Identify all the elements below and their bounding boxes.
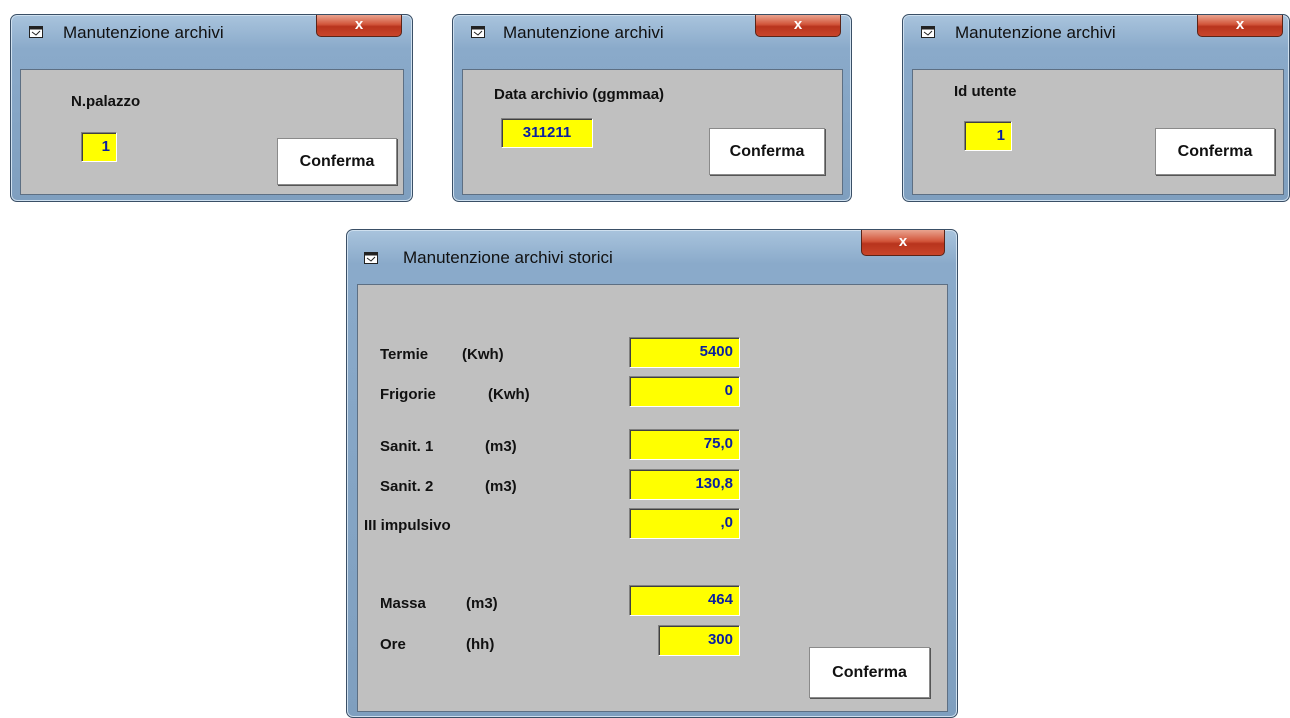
termie-unit: (Kwh) [462, 346, 504, 363]
sanit1-label: Sanit. 1 [380, 438, 434, 455]
close-button[interactable]: x [1197, 15, 1283, 37]
window-icon [471, 26, 485, 38]
frigorie-unit: (Kwh) [488, 386, 530, 403]
sanit2-input[interactable]: 130,8 [629, 469, 740, 500]
frigorie-label: Frigorie [380, 386, 436, 403]
sanit2-label: Sanit. 2 [380, 478, 434, 495]
massa-unit: (m3) [466, 595, 498, 612]
sanit1-unit: (m3) [485, 438, 517, 455]
sanit1-input[interactable]: 75,0 [629, 429, 740, 460]
window-npalazzo: Manutenzione archivi x N.palazzo 1 Confe… [10, 14, 413, 202]
npalazzo-input[interactable]: 1 [81, 132, 117, 162]
window-archivi-storici: Manutenzione archivi storici x Termie (K… [346, 229, 958, 718]
close-icon: x [1235, 16, 1245, 33]
frigorie-input[interactable]: 0 [629, 376, 740, 407]
ore-unit: (hh) [466, 636, 495, 653]
window-title: Manutenzione archivi [955, 23, 1116, 42]
window-client: Termie (Kwh) 5400 Frigorie (Kwh) 0 Sanit… [357, 284, 948, 712]
window-client: N.palazzo 1 Conferma [20, 69, 404, 195]
field-label: N.palazzo [71, 93, 141, 110]
title-bar[interactable]: Manutenzione archivi storici x [347, 230, 957, 267]
termie-label: Termie [380, 346, 429, 363]
impulsivo-input[interactable]: ,0 [629, 508, 740, 539]
window-client: Data archivio (ggmmaa) 311211 Conferma [462, 69, 843, 195]
window-title: Manutenzione archivi [63, 23, 224, 42]
close-icon: x [898, 233, 908, 250]
close-icon: x [793, 16, 803, 33]
confirm-button[interactable]: Conferma [277, 138, 397, 185]
id-utente-input[interactable]: 1 [964, 121, 1012, 151]
close-button[interactable]: x [861, 230, 945, 256]
ore-input[interactable]: 300 [658, 625, 740, 656]
window-icon [364, 252, 378, 264]
data-archivio-input[interactable]: 311211 [501, 118, 593, 148]
field-label: Id utente [954, 83, 1017, 100]
title-bar[interactable]: Manutenzione archivi x [453, 15, 851, 51]
confirm-button[interactable]: Conferma [1155, 128, 1275, 175]
close-button[interactable]: x [316, 15, 402, 37]
impulsivo-label: III impulsivo [364, 517, 451, 534]
confirm-button[interactable]: Conferma [709, 128, 825, 175]
close-button[interactable]: x [755, 15, 841, 37]
massa-input[interactable]: 464 [629, 585, 740, 616]
window-title: Manutenzione archivi storici [403, 248, 613, 267]
window-id-utente: Manutenzione archivi x Id utente 1 Confe… [902, 14, 1290, 202]
termie-input[interactable]: 5400 [629, 337, 740, 368]
field-label: Data archivio (ggmmaa) [494, 86, 665, 103]
ore-label: Ore [380, 636, 406, 653]
confirm-button[interactable]: Conferma [809, 647, 930, 698]
window-icon [29, 26, 43, 38]
window-icon [921, 26, 935, 38]
window-data-archivio: Manutenzione archivi x Data archivio (gg… [452, 14, 852, 202]
window-client: Id utente 1 Conferma [912, 69, 1284, 195]
close-icon: x [354, 16, 364, 33]
title-bar[interactable]: Manutenzione archivi x [903, 15, 1289, 51]
sanit2-unit: (m3) [485, 478, 517, 495]
window-title: Manutenzione archivi [503, 23, 664, 42]
title-bar[interactable]: Manutenzione archivi x [11, 15, 412, 51]
massa-label: Massa [380, 595, 426, 612]
